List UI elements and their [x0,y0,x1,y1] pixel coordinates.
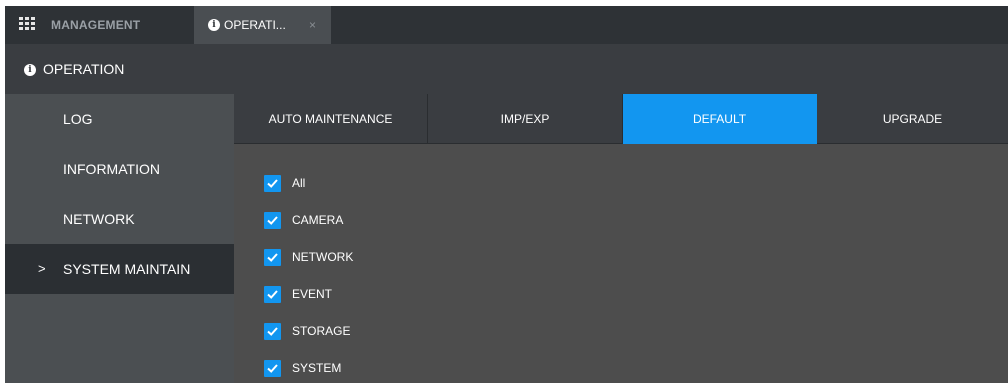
sidebar-item-network[interactable]: NETWORK [5,194,234,244]
tab-upgrade[interactable]: UPGRADE [817,94,1008,144]
tab-management[interactable]: MANAGEMENT [51,6,140,44]
tab-operation[interactable]: i OPERATI... × [194,6,331,44]
grid-menu-icon[interactable] [19,17,35,31]
checkbox-label: EVENT [292,287,333,301]
checkmark-icon [267,326,278,336]
checkbox-label: STORAGE [292,324,351,338]
checkbox-label: NETWORK [292,250,354,264]
sidebar-item-information[interactable]: INFORMATION [5,144,234,194]
top-tab-bar: MANAGEMENT i OPERATI... × [5,6,1008,44]
checkbox-network[interactable] [264,248,281,266]
checkmark-icon [267,363,278,373]
main-content: AUTO MAINTENANCE IMP/EXP DEFAULT UPGRADE… [234,94,1008,383]
sidebar-item-system-maintain[interactable]: > SYSTEM MAINTAIN [5,244,234,294]
page-header: i OPERATION [5,44,1008,94]
operation-window: MANAGEMENT i OPERATI... × i OPERATION LO… [5,6,1008,383]
checkbox-storage[interactable] [264,322,281,340]
checkbox-row-network[interactable]: NETWORK [264,247,564,267]
tab-imp-exp[interactable]: IMP/EXP [428,94,623,144]
sidebar: LOG INFORMATION NETWORK > SYSTEM MAINTAI… [5,94,234,383]
checkmark-icon [267,215,278,225]
info-icon: i [208,19,220,31]
sidebar-item-log[interactable]: LOG [5,94,234,144]
checkbox-label: All [292,176,306,190]
checkbox-row-storage[interactable]: STORAGE [264,321,564,341]
checkbox-label: CAMERA [292,213,344,227]
checkmark-icon [267,289,278,299]
checkbox-row-all[interactable]: All [264,173,564,193]
checkbox-row-event[interactable]: EVENT [264,284,564,304]
tab-operation-label: OPERATI... [224,18,286,32]
info-icon: i [24,64,36,76]
tab-default[interactable]: DEFAULT [623,94,817,144]
checkbox-row-camera[interactable]: CAMERA [264,210,564,230]
tab-auto-maintenance[interactable]: AUTO MAINTENANCE [234,94,428,144]
maintain-tabs: AUTO MAINTENANCE IMP/EXP DEFAULT UPGRADE [234,94,1008,144]
chevron-right-icon: > [38,261,46,276]
page-title: OPERATION [43,61,125,77]
checkbox-row-system[interactable]: SYSTEM [264,358,564,378]
checkbox-label: SYSTEM [292,361,342,375]
checkbox-all[interactable] [264,174,281,192]
checkmark-icon [267,178,278,188]
checkbox-system[interactable] [264,359,281,377]
sidebar-item-label: SYSTEM MAINTAIN [63,261,191,277]
checkbox-event[interactable] [264,285,281,303]
checkmark-icon [267,252,278,262]
checkbox-camera[interactable] [264,211,281,229]
close-tab-icon[interactable]: × [309,6,316,44]
